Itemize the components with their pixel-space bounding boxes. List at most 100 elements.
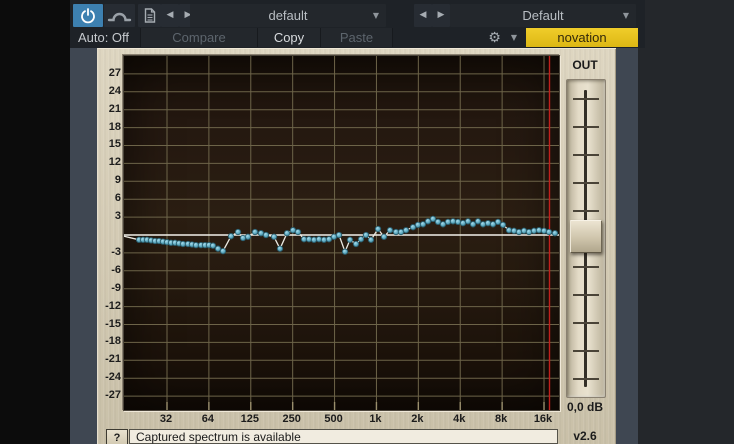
eq-control-point[interactable]: [325, 236, 333, 243]
chevron-down-icon: ▼: [372, 11, 379, 20]
preset-dropdown-plugin[interactable]: Default ▼: [450, 4, 636, 27]
power-button[interactable]: [73, 4, 103, 27]
eq-control-point[interactable]: [315, 236, 323, 243]
eq-control-point[interactable]: [469, 221, 477, 228]
eq-control-point[interactable]: [270, 233, 278, 240]
eq-control-point[interactable]: [535, 227, 543, 234]
db-axis-label: 18: [108, 120, 121, 133]
eq-control-point[interactable]: [424, 218, 432, 225]
channel-color-badge[interactable]: novation: [526, 28, 638, 47]
right-arrow-icon: ▶: [437, 10, 445, 20]
eq-control-point[interactable]: [429, 215, 437, 223]
preset-prev-button-2[interactable]: ◀: [414, 4, 432, 27]
eq-control-point[interactable]: [335, 231, 343, 239]
freq-axis-label: 64: [201, 413, 214, 425]
eq-control-point[interactable]: [499, 221, 507, 229]
eq-control-point[interactable]: [219, 247, 227, 255]
db-axis-label: 24: [108, 84, 121, 97]
fader-tick: [573, 322, 599, 324]
host-background-left: [0, 0, 70, 444]
copy-button[interactable]: Copy: [257, 28, 321, 47]
preset-dropdown-host[interactable]: default ▼: [190, 4, 386, 27]
db-axis-label: 9: [114, 174, 121, 187]
db-axis-label: -18: [105, 335, 121, 348]
eq-control-point[interactable]: [283, 230, 291, 237]
eq-control-point[interactable]: [310, 236, 318, 243]
automation-mode-button[interactable]: Auto: Off: [70, 28, 137, 47]
eq-control-point[interactable]: [352, 240, 360, 248]
eq-control-point[interactable]: [419, 221, 427, 228]
eq-control-point[interactable]: [244, 233, 252, 240]
eq-control-point[interactable]: [357, 236, 365, 243]
eq-graph[interactable]: [123, 55, 560, 411]
help-button[interactable]: ?: [106, 429, 128, 444]
eq-control-point[interactable]: [234, 228, 242, 236]
copy-label: Copy: [273, 30, 305, 45]
options-dropdown-button[interactable]: ▼: [506, 28, 522, 47]
eq-control-point[interactable]: [494, 218, 502, 226]
eq-control-point[interactable]: [479, 221, 487, 228]
grid-vertical: [166, 56, 545, 410]
freq-axis-label: 250: [282, 413, 301, 425]
eq-control-point[interactable]: [276, 245, 284, 252]
fader-tick: [573, 154, 599, 156]
eq-control-point[interactable]: [262, 231, 270, 239]
eq-control-point[interactable]: [489, 221, 497, 228]
eq-control-point[interactable]: [362, 231, 370, 239]
eq-control-point[interactable]: [520, 227, 528, 234]
eq-control-point[interactable]: [474, 218, 482, 225]
eq-curve-canvas[interactable]: [124, 56, 559, 410]
eq-control-point[interactable]: [484, 219, 492, 227]
output-fader[interactable]: [566, 79, 606, 398]
eq-control-point[interactable]: [449, 218, 457, 225]
eq-control-point[interactable]: [444, 218, 452, 226]
fader-tick: [573, 182, 599, 184]
preset-next-button-2[interactable]: ▶: [432, 4, 450, 27]
eq-control-point[interactable]: [346, 236, 354, 243]
freq-axis-label: 2k: [411, 413, 424, 425]
eq-control-point[interactable]: [341, 248, 349, 255]
fader-tick: [573, 294, 599, 296]
eq-control-point[interactable]: [320, 236, 328, 243]
compare-button[interactable]: Compare: [140, 28, 258, 47]
chevron-down-icon: ▼: [510, 32, 518, 42]
eq-control-point[interactable]: [434, 218, 442, 226]
eq-control-point[interactable]: [294, 228, 302, 236]
eq-control-point[interactable]: [209, 242, 217, 249]
eq-control-point[interactable]: [525, 228, 533, 236]
plugin-panel: 27 24 21 18 15 12 9 6 3 -3 -6 -9 -12 -15 -18 -21 -24 -27: [97, 48, 616, 444]
automation-mode-label: Auto: Off: [77, 30, 130, 45]
curve-hump-icon: [107, 12, 132, 21]
settings-button[interactable]: ⚙: [486, 28, 503, 47]
eq-control-point[interactable]: [464, 218, 472, 225]
eq-control-point[interactable]: [239, 234, 247, 242]
freq-axis-label: 500: [324, 413, 343, 425]
eq-control-point[interactable]: [540, 227, 548, 234]
eq-control-point[interactable]: [551, 230, 559, 237]
eq-control-point[interactable]: [545, 228, 553, 236]
plugin-toolbar: ◀ ▶ default ▼ ◀ ▶ Default ▼ Auto: Off Co…: [70, 0, 645, 48]
eq-control-point[interactable]: [505, 227, 513, 234]
eq-control-point[interactable]: [510, 227, 518, 234]
eq-control-point[interactable]: [414, 221, 422, 229]
eq-control-point[interactable]: [515, 228, 523, 236]
eq-control-point[interactable]: [530, 227, 538, 234]
eq-control-point[interactable]: [251, 228, 259, 236]
eq-control-point[interactable]: [386, 227, 394, 234]
output-fader-handle[interactable]: [570, 220, 602, 253]
plugin-window: ◀ ▶ default ▼ ◀ ▶ Default ▼ Auto: Off Co…: [0, 0, 734, 444]
eq-control-point[interactable]: [367, 236, 375, 243]
bypass-curve-button[interactable]: [104, 4, 135, 27]
output-gain-value: 0,0 dB: [566, 400, 603, 414]
eq-control-point[interactable]: [439, 221, 447, 228]
eq-control-point[interactable]: [305, 236, 313, 243]
eq-control-point[interactable]: [227, 233, 235, 240]
preset-prev-button[interactable]: ◀: [161, 4, 179, 27]
eq-control-point[interactable]: [454, 218, 462, 226]
paste-button[interactable]: Paste: [320, 28, 393, 47]
eq-control-point[interactable]: [380, 233, 388, 240]
eq-control-point[interactable]: [402, 227, 410, 234]
preset-file-button[interactable]: [138, 4, 161, 27]
eq-control-point[interactable]: [214, 245, 222, 252]
eq-control-point[interactable]: [374, 225, 382, 233]
